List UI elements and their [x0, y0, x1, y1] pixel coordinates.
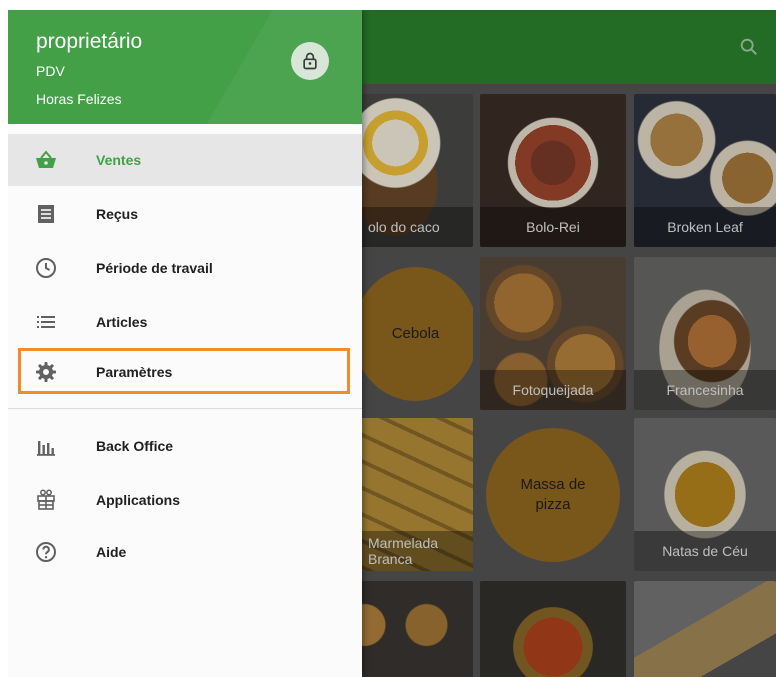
app-screen: olo do caco Bolo-Rei Broken Leaf Cebola …	[8, 10, 776, 677]
product-tile-label: Massa de pizza	[491, 432, 615, 557]
menu-item-label: Ventes	[96, 152, 142, 168]
list-icon	[34, 310, 58, 334]
product-tile[interactable]	[634, 581, 776, 677]
product-tile[interactable]: Natas de Céu	[634, 418, 776, 571]
user-name: proprietário	[36, 30, 143, 53]
menu-item-label: Articles	[96, 314, 148, 330]
product-tile-label: Fotoqueijada	[480, 370, 626, 410]
apps-icon	[34, 488, 58, 512]
menu-item-recus[interactable]: Reçus	[8, 188, 362, 240]
product-tile[interactable]: Bolo-Rei	[480, 94, 626, 247]
header-decoration	[191, 10, 362, 124]
menu-divider	[8, 408, 362, 409]
lock-button[interactable]	[291, 42, 329, 80]
clock-icon	[34, 256, 58, 280]
product-tile[interactable]: Fotoqueijada	[480, 257, 626, 410]
menu-item-back-office[interactable]: Back Office	[8, 420, 362, 472]
product-tile-label: Bolo-Rei	[480, 207, 626, 247]
product-tile[interactable]: Massa de pizza	[480, 418, 626, 571]
menu-item-label: Aide	[96, 544, 127, 560]
store-name: PDV	[36, 63, 65, 79]
menu-item-label: Back Office	[96, 438, 174, 454]
gear-icon	[34, 360, 58, 384]
menu-item-applications[interactable]: Applications	[8, 474, 362, 526]
menu-item-periode[interactable]: Période de travail	[8, 242, 362, 294]
product-tile[interactable]: Broken Leaf	[634, 94, 776, 247]
receipt-icon	[34, 202, 58, 226]
search-icon[interactable]	[738, 36, 760, 58]
menu-item-parametres[interactable]: Paramètres	[8, 346, 362, 398]
lock-icon	[303, 52, 317, 70]
product-tile-label: Cebola	[358, 271, 473, 396]
menu-item-articles[interactable]: Articles	[8, 296, 362, 348]
menu-item-ventes[interactable]: Ventes	[8, 134, 362, 186]
basket-icon	[34, 148, 58, 172]
help-icon	[34, 540, 58, 564]
product-tile-label: Broken Leaf	[634, 207, 776, 247]
menu-item-label: Reçus	[96, 206, 139, 222]
drawer-header: proprietário PDV Horas Felizes	[8, 10, 362, 124]
product-tile[interactable]: Francesinha	[634, 257, 776, 410]
bar-chart-icon	[34, 434, 58, 458]
product-tile-label: Natas de Céu	[634, 531, 776, 571]
product-tile[interactable]	[480, 581, 626, 677]
menu-item-label: Période de travail	[96, 260, 213, 276]
navigation-drawer: proprietário PDV Horas Felizes Ventes Re…	[8, 10, 362, 677]
menu-item-label: Paramètres	[96, 364, 173, 380]
shift-name: Horas Felizes	[36, 91, 122, 107]
menu-item-aide[interactable]: Aide	[8, 526, 362, 578]
product-tile-label: Francesinha	[634, 370, 776, 410]
menu-item-label: Applications	[96, 492, 181, 508]
